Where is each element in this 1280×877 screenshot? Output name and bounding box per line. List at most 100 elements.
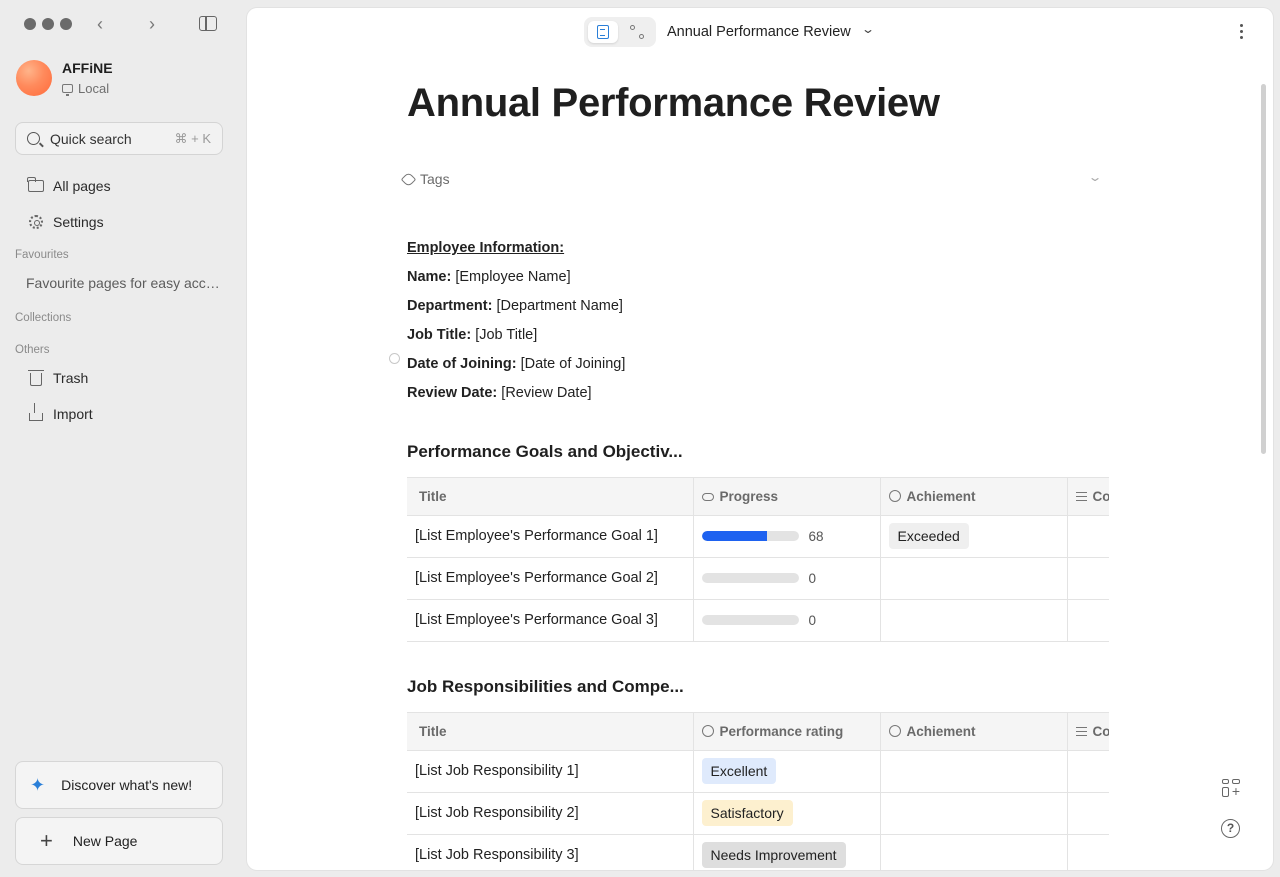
cell-achievement[interactable]: Exceeded [880,515,1068,558]
scrollbar[interactable] [1261,84,1266,454]
editor-pane: Annual Performance Review ⌄ Annual Perfo… [247,8,1273,870]
block-drag-handle[interactable] [389,353,400,364]
back-arrow-icon[interactable]: ‹ [90,14,110,34]
column-header-achievement[interactable]: Achiement [880,713,1068,751]
cell-title[interactable]: [List Job Responsibility 1] [407,750,694,793]
gear-icon [28,214,43,229]
cell-rating[interactable]: Excellent [693,750,881,793]
sidebar-item-label: All pages [53,177,111,194]
cell-progress[interactable]: 68 [693,515,881,558]
header-doc-title[interactable]: Annual Performance Review [667,24,851,40]
achievement-tag: Exceeded [888,523,969,549]
window-controls[interactable] [24,18,72,30]
cell-title[interactable]: [List Job Responsibility 3] [407,834,694,870]
tags-property[interactable]: Tags [400,171,450,187]
workspace-switcher[interactable]: AFFiNE Local [16,60,113,96]
sidebar-item-settings[interactable]: Settings [27,213,104,230]
cell-comments[interactable] [1067,599,1109,642]
field-review-date[interactable]: Review Date: [Review Date] [407,385,592,401]
sidebar-item-trash[interactable]: Trash [27,369,88,386]
new-page-label: New Page [72,833,138,849]
cell-comments[interactable] [1067,834,1109,870]
cell-progress[interactable]: 0 [693,557,881,600]
responsibilities-heading[interactable]: Job Responsibilities and Compe... [407,677,684,697]
sidebar-item-label: Trash [53,369,89,386]
goals-database: Title Progress Achiement Co [List Employ… [407,477,1109,642]
forward-arrow-icon[interactable]: › [142,14,162,34]
cell-achievement[interactable] [880,599,1068,642]
others-section-label: Others [15,344,50,356]
cell-comments[interactable] [1067,515,1109,558]
cell-achievement[interactable] [880,750,1068,793]
maximize-window-button[interactable] [60,18,72,30]
cell-title[interactable]: [List Employee's Performance Goal 2] [407,557,694,600]
column-header-title[interactable]: Title [407,713,694,751]
sparkle-icon: ✦ [30,774,46,795]
table-row[interactable]: [List Employee's Performance Goal 2] 0 [407,557,1109,600]
cell-achievement[interactable] [880,557,1068,600]
cell-title[interactable]: [List Job Responsibility 2] [407,792,694,835]
chevron-down-icon[interactable]: ⌄ [861,22,875,36]
tags-expand-chevron-icon[interactable]: ⌄ [1087,170,1102,184]
column-header-achievement[interactable]: Achiement [880,478,1068,516]
cell-comments[interactable] [1067,750,1109,793]
column-header-performance-rating[interactable]: Performance rating [693,713,881,751]
cell-comments[interactable] [1067,557,1109,600]
favourites-section-label: Favourites [15,249,69,261]
close-window-button[interactable] [24,18,36,30]
quick-search-button[interactable]: Quick search ⌘ + K [15,122,223,155]
cell-title[interactable]: [List Employee's Performance Goal 1] [407,515,694,558]
progress-bar[interactable] [701,531,799,541]
column-header-progress[interactable]: Progress [693,478,881,516]
table-row[interactable]: [List Job Responsibility 1] Excellent [407,750,1109,793]
field-date-of-joining[interactable]: Date of Joining: [Date of Joining] [407,356,625,372]
apps-icon[interactable]: + [1222,779,1240,797]
goals-heading[interactable]: Performance Goals and Objectiv... [407,442,683,462]
edgeless-mode-icon [630,25,644,39]
cell-achievement[interactable] [880,834,1068,870]
table-row[interactable]: [List Job Responsibility 3] Needs Improv… [407,834,1109,870]
field-name[interactable]: Name: [Employee Name] [407,269,571,285]
table-row[interactable]: [List Employee's Performance Goal 3] 0 [407,599,1109,642]
column-header-comments[interactable]: Co [1067,713,1109,751]
table-row[interactable]: [List Job Responsibility 2] Satisfactory [407,792,1109,835]
page-mode-button[interactable] [588,21,618,43]
sidebar-toggle-icon[interactable] [199,16,217,31]
collections-section-label[interactable]: Collections [15,312,71,324]
cell-rating[interactable]: Needs Improvement [693,834,881,870]
select-icon [888,489,901,502]
discover-whats-new-button[interactable]: ✦ Discover what's new! [15,761,223,809]
sidebar-item-import[interactable]: Import [27,403,93,422]
select-icon [701,724,714,737]
progress-value: 68 [808,528,824,544]
more-options-icon[interactable] [1240,24,1243,39]
cell-title[interactable]: [List Employee's Performance Goal 3] [407,599,694,642]
progress-bar[interactable] [701,573,799,583]
new-page-button[interactable]: + New Page [15,817,223,865]
column-header-comments[interactable]: Co [1067,478,1109,516]
cell-comments[interactable] [1067,792,1109,835]
progress-value: 0 [808,570,817,586]
sidebar-item-all-pages[interactable]: All pages [27,176,111,194]
sidebar: ‹ › AFFiNE Local Quick search ⌘ + K All … [0,0,246,877]
help-icon[interactable]: ? [1221,819,1240,838]
employee-info-heading[interactable]: Employee Information: [407,240,564,256]
sidebar-item-label: Import [53,405,93,422]
table-row[interactable]: [List Employee's Performance Goal 1] 68 … [407,515,1109,558]
page-title[interactable]: Annual Performance Review [407,81,940,126]
edgeless-mode-button[interactable] [622,21,652,43]
cell-achievement[interactable] [880,792,1068,835]
field-job-title[interactable]: Job Title: [Job Title] [407,327,537,343]
cell-progress[interactable]: 0 [693,599,881,642]
column-header-title[interactable]: Title [407,478,694,516]
minimize-window-button[interactable] [42,18,54,30]
rating-tag: Excellent [701,758,777,784]
workspace-avatar [16,60,52,96]
cell-rating[interactable]: Satisfactory [693,792,881,835]
sidebar-item-label: Settings [53,213,104,230]
rating-tag: Needs Improvement [701,842,846,868]
workspace-name: AFFiNE [62,60,113,76]
field-department[interactable]: Department: [Department Name] [407,298,623,314]
progress-bar[interactable] [701,615,799,625]
mode-switch[interactable] [584,17,656,47]
